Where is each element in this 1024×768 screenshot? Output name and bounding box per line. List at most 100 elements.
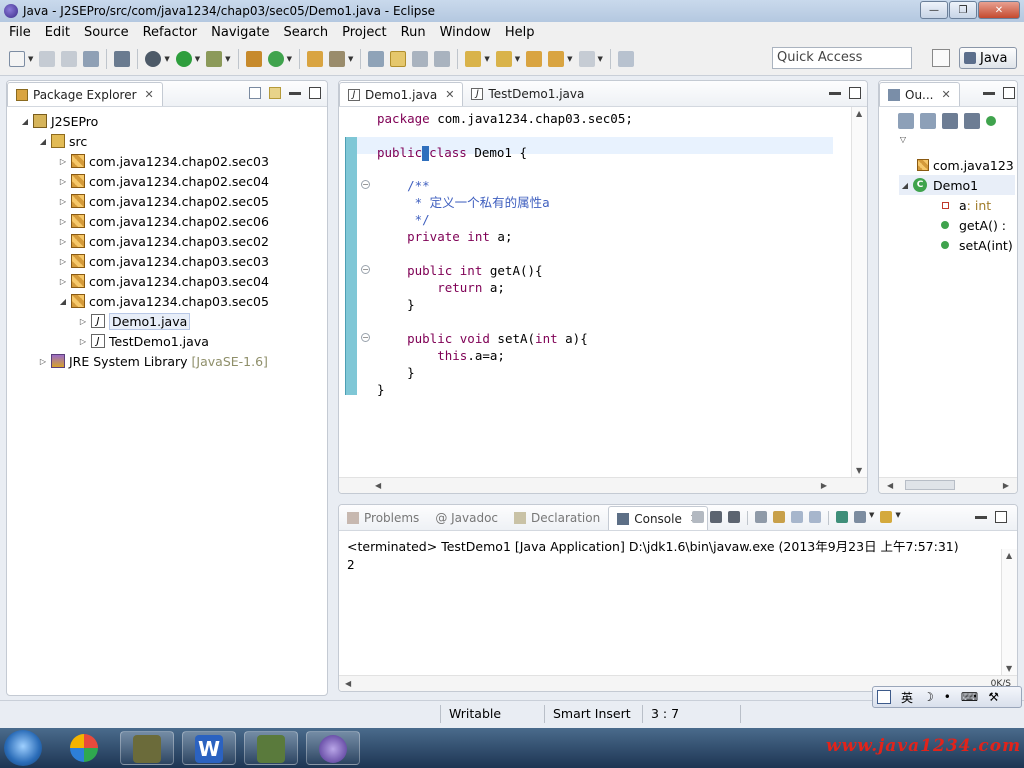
save-all-icon[interactable] [61,50,78,67]
close-icon[interactable]: ✕ [145,88,154,101]
last-edit-icon[interactable] [526,50,543,67]
menu-project[interactable]: Project [335,25,393,40]
expanded-arrow-icon[interactable]: ◢ [899,181,911,190]
new-icon[interactable] [9,50,25,67]
collapsed-arrow-icon[interactable]: ▷ [57,277,69,286]
outline-class[interactable]: ◢ C Demo1 [899,175,1015,195]
menu-navigate[interactable]: Navigate [204,25,276,40]
previous-annotation-icon[interactable] [495,50,512,67]
scroll-right-icon[interactable]: ▶ [1003,481,1009,490]
collapsed-arrow-icon[interactable]: ▷ [57,217,69,226]
chevron-down-icon[interactable]: ▼ [287,55,292,63]
collapsed-arrow-icon[interactable]: ▷ [77,337,89,346]
chevron-down-icon[interactable]: ▼ [348,55,353,63]
chevron-down-icon[interactable]: ▼ [225,55,230,63]
scroll-down-icon[interactable]: ▼ [856,466,862,475]
chevron-down-icon[interactable]: ▼ [598,55,603,63]
chevron-down-icon[interactable]: ▼ [484,55,489,63]
tree-package[interactable]: ▷ com.java1234.chap02.sec04 [57,171,269,191]
terminate-icon[interactable] [692,511,704,523]
maximize-view-icon[interactable] [849,87,861,99]
chevron-down-icon[interactable]: ▼ [515,55,520,63]
block-selection-icon[interactable] [412,50,429,67]
hide-static-icon[interactable] [964,113,980,129]
menu-run[interactable]: Run [394,25,433,40]
show-whitespace-icon[interactable] [434,50,451,67]
back-icon[interactable] [548,50,565,67]
collapsed-arrow-icon[interactable]: ▷ [57,237,69,246]
editor-vertical-scrollbar[interactable]: ▲ ▼ [851,107,867,477]
punctuation-icon[interactable]: • [944,690,951,704]
hide-fields-icon[interactable] [942,113,958,129]
run-icon[interactable] [175,50,192,67]
new-package-icon[interactable] [245,50,262,67]
collapsed-arrow-icon[interactable]: ▷ [77,317,89,326]
taskbar-app[interactable] [306,731,360,765]
tab-testdemo1[interactable]: J TestDemo1.java [463,82,592,106]
close-icon[interactable]: ✕ [445,88,454,101]
collapsed-arrow-icon[interactable]: ▷ [57,177,69,186]
next-annotation-icon[interactable] [465,50,482,67]
scroll-thumb[interactable] [905,480,955,490]
taskbar-app[interactable] [58,731,112,765]
tree-package[interactable]: ▷ com.java1234.chap03.sec04 [57,271,269,291]
outline-method[interactable]: setA(int) [937,235,1013,255]
tab-problems[interactable]: Problems [339,506,427,530]
toggle-highlight-icon[interactable] [390,50,407,67]
outline-method[interactable]: getA() : [937,215,1006,235]
editor-horizontal-scrollbar[interactable]: ◀ ▶ [339,477,867,493]
tree-package[interactable]: ▷ com.java1234.chap03.sec02 [57,231,269,251]
outline-package[interactable]: com.java123 [915,155,1014,175]
fold-toggle-icon[interactable]: − [361,333,370,342]
menu-file[interactable]: File [2,25,38,40]
print-icon[interactable] [83,50,100,67]
minimize-view-icon[interactable] [829,92,841,95]
close-button[interactable]: ✕ [978,1,1020,19]
tools-icon[interactable]: ⚒ [988,690,999,704]
tree-file-testdemo1[interactable]: ▷ J TestDemo1.java [77,331,209,351]
moon-icon[interactable]: ☽ [923,690,934,704]
console-vertical-scrollbar[interactable]: ▲ ▼ [1001,549,1017,675]
open-type-icon[interactable] [306,50,323,67]
collapsed-arrow-icon[interactable]: ▷ [57,257,69,266]
hide-nonpublic-icon[interactable] [986,116,996,126]
chevron-down-icon[interactable]: ▼ [567,55,572,63]
minimize-view-icon[interactable] [983,92,995,95]
tree-package[interactable]: ▷ com.java1234.chap02.sec05 [57,191,269,211]
chevron-down-icon[interactable]: ▼ [895,511,900,525]
tab-demo1[interactable]: J Demo1.java ✕ [339,82,464,106]
tree-jre[interactable]: ▷ JRE System Library [JavaSE-1.6] [37,351,268,371]
close-icon[interactable]: ✕ [942,88,951,101]
new-class-icon[interactable] [267,50,284,67]
scroll-down-icon[interactable]: ▼ [1006,664,1012,673]
java-perspective-button[interactable]: Java [959,47,1017,69]
console-output[interactable]: <terminated> TestDemo1 [Java Application… [339,531,1017,691]
maximize-view-icon[interactable] [995,511,1007,523]
tree-file-demo1[interactable]: ▷ J Demo1.java [77,311,191,331]
menu-refactor[interactable]: Refactor [136,25,205,40]
scroll-up-icon[interactable]: ▲ [1006,551,1012,560]
scroll-left-icon[interactable]: ◀ [345,679,351,688]
tree-src[interactable]: ◢ src [37,131,87,151]
outline-field[interactable]: a : int [937,195,991,215]
collapse-all-icon[interactable] [249,87,261,99]
scroll-left-icon[interactable]: ◀ [887,481,893,490]
tree-package[interactable]: ◢ com.java1234.chap03.sec05 [57,291,269,311]
show-stdout-icon[interactable] [791,511,803,523]
scroll-left-icon[interactable]: ◀ [375,481,381,490]
display-console-icon[interactable] [854,511,866,523]
fold-toggle-icon[interactable]: − [361,180,370,189]
menu-window[interactable]: Window [433,25,498,40]
ime-mode[interactable]: 英 [901,689,913,706]
minimize-view-icon[interactable] [975,516,987,519]
keyboard-icon[interactable]: ⌨ [961,690,978,704]
open-console-icon[interactable] [880,511,893,523]
show-stderr-icon[interactable] [809,511,821,523]
taskbar-app[interactable] [244,731,298,765]
minimize-button[interactable]: — [920,1,948,19]
fold-toggle-icon[interactable]: − [361,265,370,274]
collapsed-arrow-icon[interactable]: ▷ [57,197,69,206]
code-editor[interactable]: package com.java1234.chap03.sec05; publi… [339,107,867,493]
maximize-view-icon[interactable] [309,87,321,99]
tree-package[interactable]: ▷ com.java1234.chap03.sec03 [57,251,269,271]
